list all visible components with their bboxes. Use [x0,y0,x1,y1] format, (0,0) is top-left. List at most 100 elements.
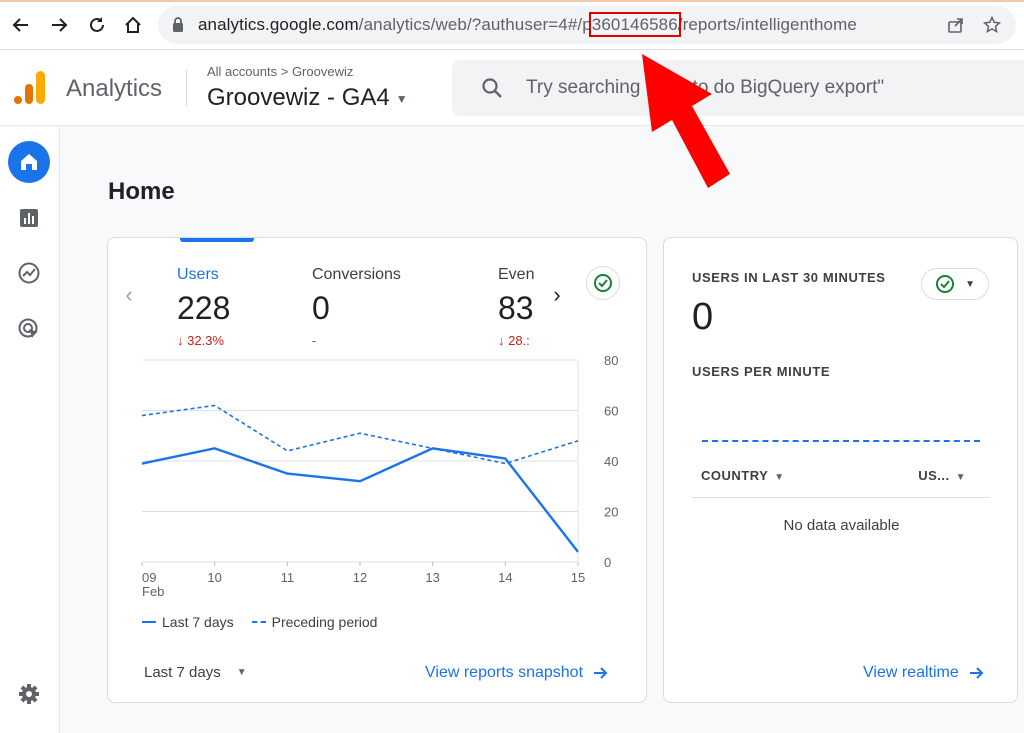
bookmark-star-icon[interactable] [981,15,1003,35]
home-icon[interactable] [120,10,146,40]
legend-dashed-swatch [251,621,266,623]
reload-icon[interactable] [84,10,110,40]
property-selector[interactable]: Groovewiz - GA4 ▼ [207,84,408,112]
dropdown-caret-icon: ▼ [965,278,975,290]
y-tick-label: 0 [604,555,611,570]
legend-label: Preceding period [271,614,378,630]
search-icon [480,76,504,105]
x-tick-label: 13 [425,570,439,585]
x-tick-sublabel: Feb [142,584,164,599]
legend-item-current: Last 7 days [142,614,234,630]
property-name: Groovewiz - GA4 [207,84,390,111]
active-tab-indicator [180,238,254,242]
y-tick-label: 60 [604,404,618,419]
realtime-title: USERS IN LAST 30 MINUTES [692,270,886,285]
date-range-label: Last 7 days [144,664,221,681]
tab-strip-edge [0,0,1024,2]
users-per-minute-label: USERS PER MINUTE [692,364,831,379]
metric-value: 0 [312,290,330,326]
breadcrumb-account[interactable]: Groovewiz [292,64,353,79]
app-header: Analytics All accounts > Groovewiz Groov… [0,50,1024,126]
settings-gear-icon[interactable] [8,673,50,715]
back-icon[interactable] [8,10,34,40]
nav-reports-icon[interactable] [8,197,50,239]
search-input[interactable] [526,74,1006,102]
realtime-table-header: COUNTRY ▼ US... ▼ [692,460,990,498]
view-realtime-link[interactable]: View realtime [863,664,985,682]
metric-value: 228 [177,290,231,326]
chart-legend: Last 7 days Preceding period [142,614,377,630]
page-title: Home [108,178,175,205]
metric-events[interactable]: Even 83 ↓ 28.: [498,266,536,348]
nav-explore-icon[interactable] [8,252,50,294]
metric-label: Users [177,266,219,283]
search-box[interactable] [452,60,1024,116]
y-tick-label: 40 [604,454,618,469]
dropdown-caret-icon: ▼ [955,472,966,483]
legend-item-previous: Preceding period [251,614,378,630]
dropdown-caret-icon: ▼ [236,667,247,678]
address-bar[interactable]: analytics.google.com/analytics/web/?auth… [158,6,1016,44]
series-line-current [141,447,579,553]
dropdown-caret-icon: ▼ [395,92,408,106]
column-label: COUNTRY [701,468,769,483]
share-icon[interactable] [945,15,967,35]
breadcrumb-separator: > [280,64,289,79]
realtime-card: USERS IN LAST 30 MINUTES 0 ▼ USERS PER M… [663,237,1018,703]
country-column-header[interactable]: COUNTRY ▼ [701,468,785,483]
x-tick-label: 11 [281,570,295,585]
column-label: US... [918,468,950,483]
nav-advertising-icon[interactable] [8,308,50,350]
url-host: analytics.google.com [198,15,359,34]
metric-delta: ↓ 32.3% [177,333,224,348]
date-range-selector[interactable]: Last 7 days ▼ [144,664,247,681]
realtime-value: 0 [692,296,714,338]
annotation-arrow-icon [642,54,730,188]
metric-conversions[interactable]: Conversions 0 - [312,266,401,348]
metric-label: Even [498,266,535,283]
per-minute-sparkline [702,440,980,442]
check-circle-icon [936,275,955,293]
no-data-message: No data available [783,517,900,534]
overview-card: ‹ Users 228 ↓ 32.3% Conversions 0 - Even… [107,237,647,703]
realtime-quality-dropdown[interactable]: ▼ [921,268,989,300]
x-tick-label: 12 [353,570,367,585]
data-quality-check-icon[interactable] [586,266,620,300]
url-text[interactable]: analytics.google.com/analytics/web/?auth… [198,12,857,37]
x-tick-label: 15 [571,570,585,585]
users-line-chart: 80 60 40 20 0 09 10 11 12 13 14 15 Feb [141,356,618,599]
legend-solid-swatch [142,621,156,623]
breadcrumb-all-accounts[interactable]: All accounts [207,64,277,79]
nav-home-icon[interactable] [8,141,50,183]
header-divider [186,70,187,106]
x-tick-label: 10 [207,570,221,585]
x-tick-label: 09 [142,570,156,585]
url-property-id-highlight: 360146586 [588,12,681,37]
y-tick-label: 80 [604,356,618,368]
metric-delta: ↓ 28.: [498,333,530,348]
analytics-logo-icon[interactable] [14,70,46,111]
url-path: /analytics/web/?authuser=4#/p [358,15,592,34]
x-tick-label: 14 [498,570,512,585]
prev-metric-icon[interactable]: ‹ [118,282,140,307]
lock-icon[interactable] [172,17,184,38]
dropdown-caret-icon: ▼ [774,472,785,483]
forward-icon[interactable] [46,10,72,40]
link-label: View realtime [863,664,959,681]
users-column-header[interactable]: US... ▼ [918,468,966,483]
url-path-end: /reports/intelligenthome [677,15,857,34]
view-reports-snapshot-link[interactable]: View reports snapshot [425,664,609,682]
y-tick-label: 20 [604,505,618,520]
arrow-right-icon [594,667,608,679]
left-nav-rail [0,127,60,733]
browser-toolbar: analytics.google.com/analytics/web/?auth… [0,0,1024,50]
arrow-right-icon [969,667,984,679]
legend-label: Last 7 days [162,614,234,630]
app-name: Analytics [66,75,163,102]
metric-users[interactable]: Users 228 ↓ 32.3% [177,266,230,348]
breadcrumb[interactable]: All accounts > Groovewiz [207,64,353,79]
metric-delta: - [312,333,317,348]
metric-value: 83 [498,290,534,326]
series-line-preceding [141,404,579,465]
next-metric-icon[interactable]: › [546,282,568,307]
